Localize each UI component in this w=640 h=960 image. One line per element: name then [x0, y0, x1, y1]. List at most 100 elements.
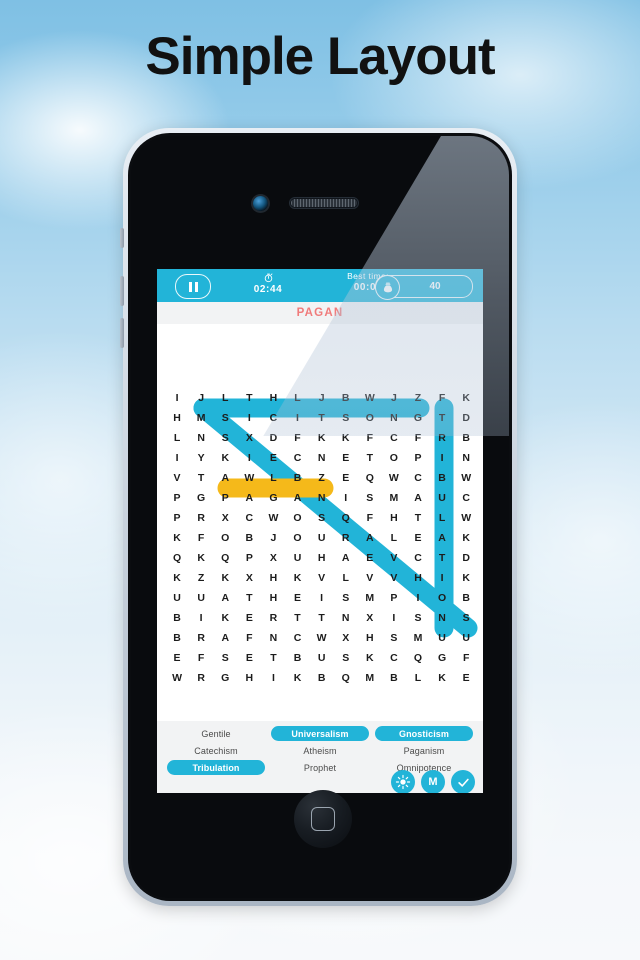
word-item-prophet[interactable]: Prophet [271, 760, 369, 775]
grid-cell[interactable]: C [382, 428, 406, 448]
home-button[interactable] [294, 790, 352, 848]
grid-cell[interactable]: W [261, 508, 285, 528]
grid-cell[interactable]: B [165, 608, 189, 628]
grid-cell[interactable]: K [454, 388, 478, 408]
grid-cell[interactable]: S [334, 408, 358, 428]
grid-cell[interactable]: R [189, 668, 213, 688]
grid-cell[interactable]: K [285, 668, 309, 688]
grid-cell[interactable]: R [189, 628, 213, 648]
grid-cell[interactable]: K [334, 428, 358, 448]
grid-cell[interactable]: D [261, 428, 285, 448]
letter-grid[interactable]: IJLTHLJBWJZFKHMSICITSONGTDLNSXDFKKFCFRBI… [165, 388, 478, 688]
word-item-tribulation[interactable]: Tribulation [167, 760, 265, 775]
grid-cell[interactable]: S [213, 408, 237, 428]
grid-cell[interactable]: N [454, 448, 478, 468]
grid-cell[interactable]: U [430, 488, 454, 508]
grid-cell[interactable]: S [406, 608, 430, 628]
word-item-paganism[interactable]: Paganism [375, 743, 473, 758]
grid-cell[interactable]: L [261, 468, 285, 488]
grid-cell[interactable]: U [165, 588, 189, 608]
grid-cell[interactable]: U [310, 648, 334, 668]
grid-cell[interactable]: P [406, 448, 430, 468]
grid-cell[interactable]: S [334, 648, 358, 668]
grid-cell[interactable]: J [189, 388, 213, 408]
grid-cell[interactable]: F [189, 528, 213, 548]
grid-cell[interactable]: F [189, 648, 213, 668]
grid-cell[interactable]: A [406, 488, 430, 508]
grid-cell[interactable]: K [285, 568, 309, 588]
grid-cell[interactable]: T [358, 448, 382, 468]
grid-cell[interactable]: L [285, 388, 309, 408]
grid-cell[interactable]: I [334, 488, 358, 508]
grid-cell[interactable]: Z [310, 468, 334, 488]
grid-cell[interactable]: B [237, 528, 261, 548]
grid-cell[interactable]: H [358, 628, 382, 648]
grid-cell[interactable]: K [454, 528, 478, 548]
grid-cell[interactable]: E [165, 648, 189, 668]
grid-cell[interactable]: V [310, 568, 334, 588]
grid-cell[interactable]: L [165, 428, 189, 448]
grid-cell[interactable]: Q [358, 468, 382, 488]
grid-cell[interactable]: V [382, 548, 406, 568]
grid-cell[interactable]: F [454, 648, 478, 668]
grid-cell[interactable]: S [213, 648, 237, 668]
grid-cell[interactable]: C [406, 548, 430, 568]
grid-cell[interactable]: A [285, 488, 309, 508]
grid-cell[interactable]: W [358, 388, 382, 408]
grid-cell[interactable]: B [285, 648, 309, 668]
grid-cell[interactable]: Q [406, 648, 430, 668]
grid-cell[interactable]: I [165, 388, 189, 408]
grid-cell[interactable]: R [189, 508, 213, 528]
grid-cell[interactable]: Q [334, 668, 358, 688]
grid-cell[interactable]: V [358, 568, 382, 588]
grid-cell[interactable]: L [430, 508, 454, 528]
grid-cell[interactable]: M [382, 488, 406, 508]
grid-cell[interactable]: A [334, 548, 358, 568]
grid-cell[interactable]: O [358, 408, 382, 428]
grid-cell[interactable]: B [334, 388, 358, 408]
grid-cell[interactable]: U [285, 548, 309, 568]
grid-cell[interactable]: L [213, 388, 237, 408]
grid-cell[interactable]: E [358, 548, 382, 568]
word-item-universalism[interactable]: Universalism [271, 726, 369, 741]
grid-cell[interactable]: T [285, 608, 309, 628]
grid-cell[interactable]: A [237, 488, 261, 508]
grid-cell[interactable]: I [237, 448, 261, 468]
grid-cell[interactable]: K [165, 528, 189, 548]
grid-cell[interactable]: N [261, 628, 285, 648]
grid-cell[interactable]: I [430, 448, 454, 468]
grid-cell[interactable]: G [430, 648, 454, 668]
menu-button[interactable]: M [421, 770, 445, 793]
grid-cell[interactable]: E [237, 648, 261, 668]
grid-cell[interactable]: U [430, 628, 454, 648]
grid-cell[interactable]: B [310, 668, 334, 688]
grid-cell[interactable]: W [237, 468, 261, 488]
grid-cell[interactable]: L [382, 528, 406, 548]
grid-cell[interactable]: K [454, 568, 478, 588]
grid-cell[interactable]: I [237, 408, 261, 428]
grid-cell[interactable]: O [382, 448, 406, 468]
grid-cell[interactable]: B [454, 428, 478, 448]
grid-cell[interactable]: G [213, 668, 237, 688]
grid-cell[interactable]: W [165, 668, 189, 688]
grid-cell[interactable]: X [261, 548, 285, 568]
grid-cell[interactable]: Y [189, 448, 213, 468]
grid-cell[interactable]: N [430, 608, 454, 628]
grid-cell[interactable]: X [334, 628, 358, 648]
grid-cell[interactable]: L [406, 668, 430, 688]
grid-cell[interactable]: F [285, 428, 309, 448]
grid-cell[interactable]: B [165, 628, 189, 648]
grid-cell[interactable]: K [213, 448, 237, 468]
pause-button[interactable] [175, 274, 211, 299]
grid-cell[interactable]: S [310, 508, 334, 528]
grid-cell[interactable]: I [430, 568, 454, 588]
grid-cell[interactable]: S [382, 628, 406, 648]
grid-cell[interactable]: B [382, 668, 406, 688]
grid-cell[interactable]: O [285, 528, 309, 548]
hint-button[interactable] [391, 770, 415, 793]
grid-cell[interactable]: I [382, 608, 406, 628]
grid-cell[interactable]: W [454, 468, 478, 488]
grid-cell[interactable]: O [430, 588, 454, 608]
grid-cell[interactable]: A [430, 528, 454, 548]
grid-cell[interactable]: I [310, 588, 334, 608]
